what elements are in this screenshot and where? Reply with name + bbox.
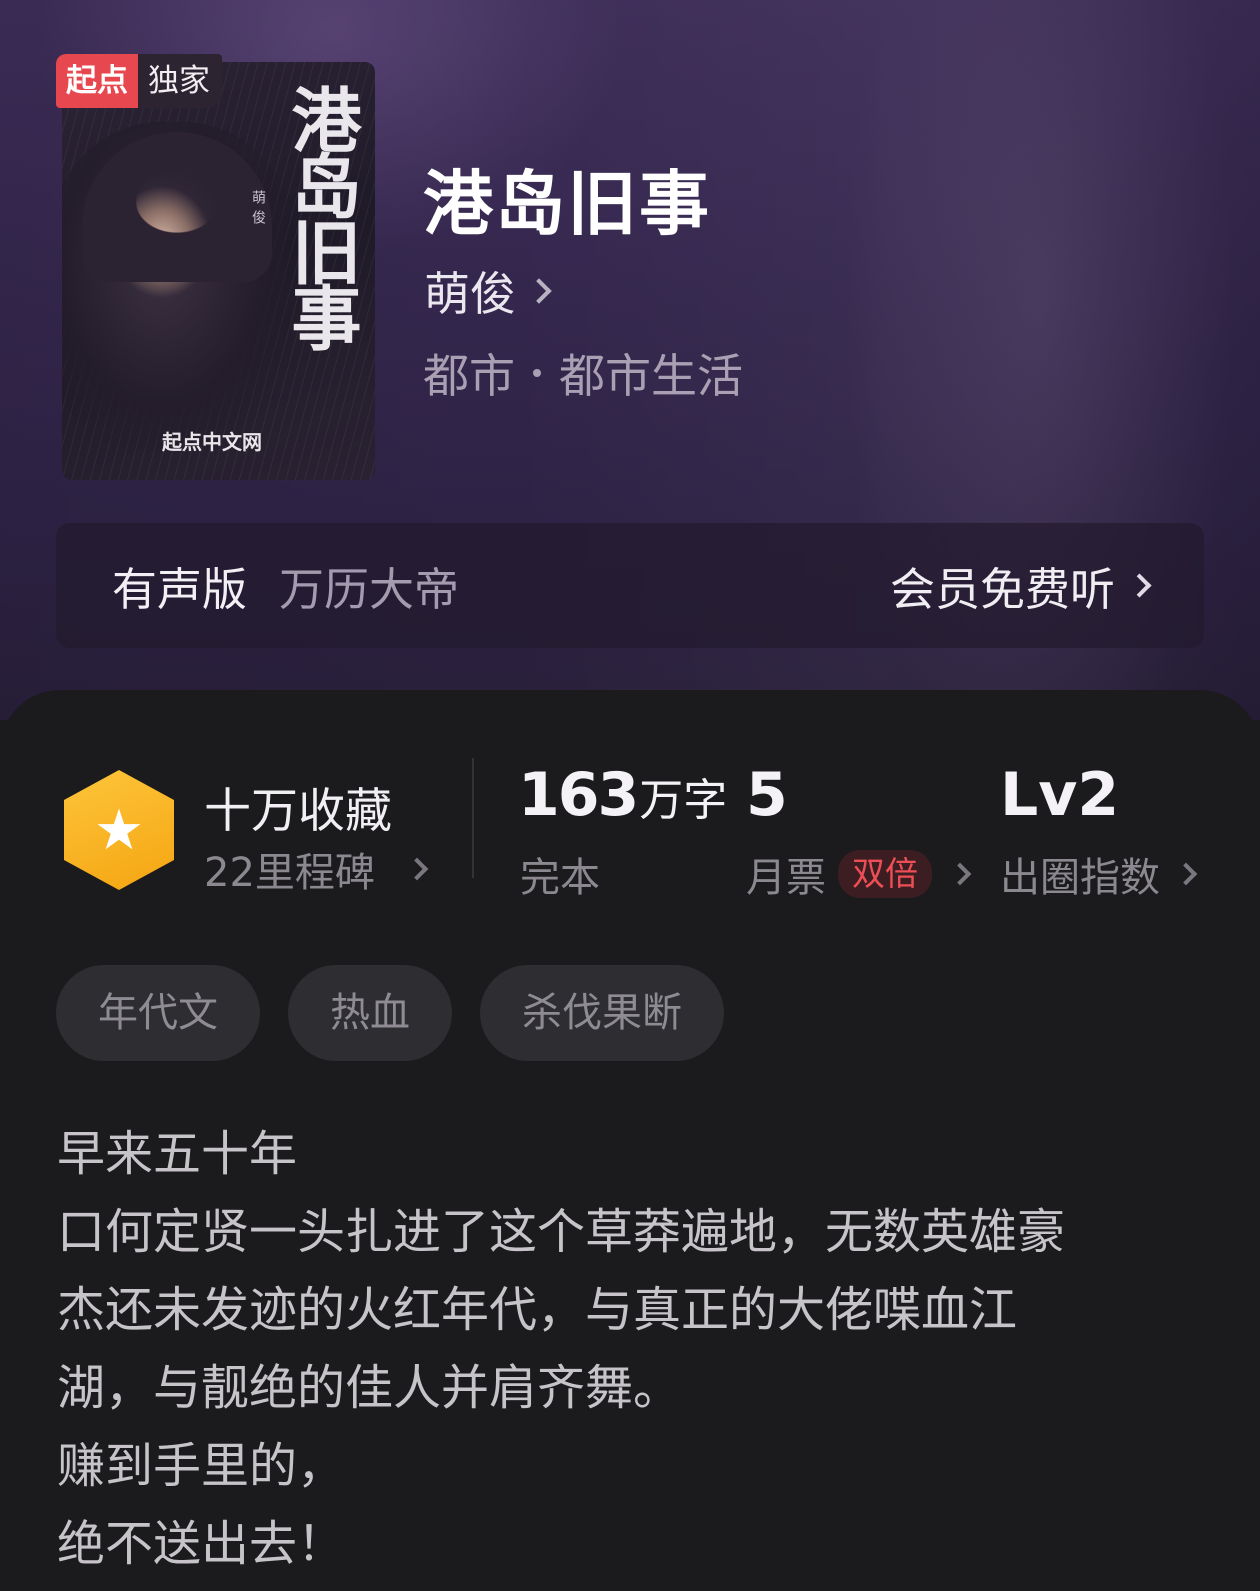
synopsis-line: 湖，与靓绝的佳人并肩齐舞。 [57, 1360, 682, 1416]
free-listen-button[interactable]: 会员免费听 [889, 553, 1152, 618]
word-count-number: 163 [518, 760, 639, 830]
audio-narrator: 万历大帝 [279, 563, 460, 616]
milestone-count: 22里程碑 [204, 850, 375, 896]
popularity-index-label: 出圈指数 [1000, 855, 1160, 901]
tag-chip[interactable]: 杀伐果断 [480, 965, 724, 1061]
book-synopsis[interactable]: 早来五十年 口何定贤一头扎进了这个草莽遍地，无数英雄豪 杰还未发迹的火红年代，与… [57, 1115, 1217, 1583]
chevron-right-icon [948, 862, 972, 886]
cover-title: 港岛旧事 [280, 84, 362, 348]
genre-sub[interactable]: 都市生活 [559, 340, 743, 406]
audio-label: 有声版 [112, 563, 248, 616]
monthly-votes-link[interactable]: 月票 双倍 [746, 845, 972, 903]
exclusive-badge: 起点 独家 [56, 54, 222, 108]
monthly-votes-label: 月票 [746, 855, 826, 901]
separator-dot [533, 369, 541, 377]
cover-publisher: 起点中文网 [162, 430, 262, 454]
genre-line: 都市 都市生活 [423, 340, 743, 406]
author-link[interactable]: 萌俊 [424, 258, 552, 324]
book-detail-page: 港岛旧事 萌俊 起点中文网 起点 独家 港岛旧事 萌俊 都市 都市生活 有声版 … [0, 0, 1260, 1591]
tag-list: 年代文 热血 杀伐果断 [56, 965, 724, 1061]
chevron-right-icon [526, 278, 552, 304]
synopsis-line: 早来五十年 [57, 1126, 298, 1182]
badge-brand: 起点 [56, 54, 138, 108]
popularity-level[interactable]: Lv2 [1000, 760, 1119, 830]
word-count: 163 万字 [518, 760, 727, 830]
author-name: 萌俊 [424, 267, 516, 321]
popularity-index-link[interactable]: 出圈指数 [1000, 845, 1198, 903]
synopsis-line: 杰还未发迹的火红年代，与真正的大佬喋血江 [57, 1282, 1018, 1338]
tag-chip[interactable]: 热血 [288, 965, 452, 1061]
milestone-link[interactable]: 22里程碑 [204, 840, 429, 898]
book-cover[interactable]: 港岛旧事 萌俊 起点中文网 [62, 62, 375, 480]
double-votes-badge: 双倍 [838, 850, 932, 898]
chevron-right-icon [1174, 862, 1198, 886]
genre-main[interactable]: 都市 [423, 340, 515, 406]
cover-author: 萌俊 [250, 190, 266, 230]
free-listen-label: 会员免费听 [889, 563, 1115, 616]
collection-milestone-title[interactable]: 十万收藏 [204, 772, 392, 841]
badge-label: 独家 [138, 54, 222, 108]
stats-divider [472, 758, 474, 878]
monthly-votes-count[interactable]: 5 [746, 760, 788, 830]
completion-status: 完本 [520, 855, 600, 901]
chevron-right-icon [405, 857, 429, 881]
synopsis-line: 绝不送出去！ [57, 1516, 346, 1572]
tag-chip[interactable]: 年代文 [56, 965, 260, 1061]
book-title: 港岛旧事 [423, 163, 711, 245]
synopsis-line: 赚到手里的， [57, 1438, 346, 1494]
word-count-unit: 万字 [639, 775, 728, 826]
synopsis-line: 口何定贤一头扎进了这个草莽遍地，无数英雄豪 [57, 1204, 1066, 1260]
audio-version-bar[interactable]: 有声版 万历大帝 会员免费听 [56, 523, 1204, 648]
chevron-right-icon [1127, 573, 1152, 598]
